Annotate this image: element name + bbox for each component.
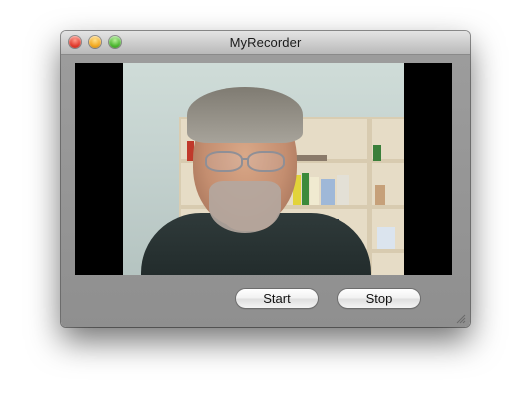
person-hair — [187, 87, 303, 143]
camera-image — [123, 63, 404, 275]
start-button[interactable]: Start — [236, 289, 318, 308]
title-bar[interactable]: MyRecorder — [61, 31, 470, 55]
glasses-left-lens — [205, 151, 243, 172]
resize-grip-icon[interactable] — [454, 312, 466, 324]
window-title: MyRecorder — [229, 35, 302, 50]
glasses-right-lens — [247, 151, 285, 172]
person-beard — [209, 181, 281, 233]
stop-button[interactable]: Stop — [338, 289, 420, 308]
glasses-bridge — [241, 158, 249, 160]
video-preview — [75, 63, 452, 275]
recorder-window: MyRecorder Start Stop — [61, 31, 470, 327]
